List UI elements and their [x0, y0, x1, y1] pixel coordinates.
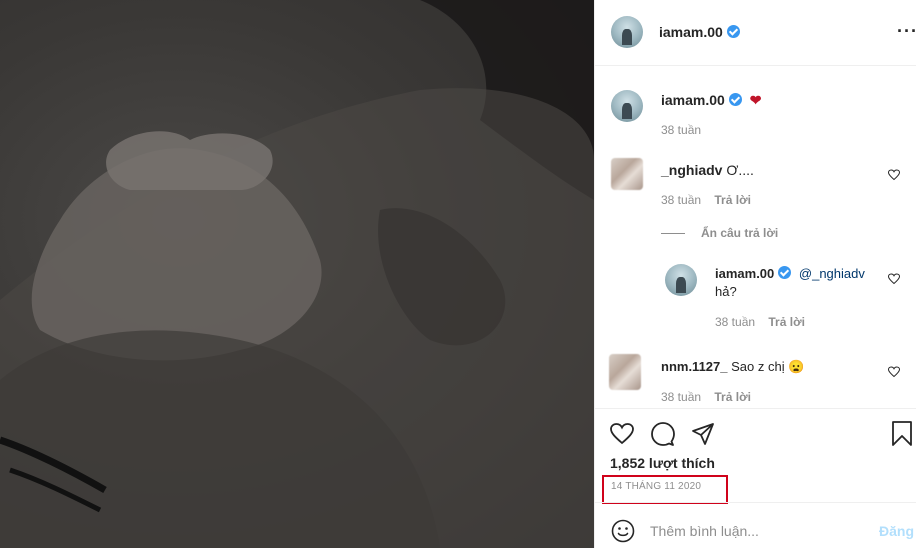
like-comment-heart-icon[interactable]: [888, 169, 900, 181]
date-highlight-box: [602, 475, 728, 504]
reply-row: iamam.00 @_nghiadv: [715, 266, 865, 281]
post-sidebar: iamam.00 ··· iamam.00 ❤ 38 tuần _nghiadv…: [594, 0, 916, 548]
like-comment-heart-icon[interactable]: [888, 366, 900, 378]
hide-replies-toggle[interactable]: Ẩn câu trả lời: [661, 226, 778, 240]
emoji-smiley-icon[interactable]: [611, 519, 635, 543]
like-reply-heart-icon[interactable]: [888, 273, 900, 285]
verified-badge-icon: [726, 25, 740, 38]
reply-button[interactable]: Trả lời: [768, 315, 805, 329]
comment-avatar[interactable]: [609, 354, 641, 390]
comment-bubble-icon[interactable]: [651, 422, 675, 446]
hide-replies-label[interactable]: Ẩn câu trả lời: [701, 226, 778, 240]
author-name[interactable]: iamam.00: [659, 24, 723, 40]
comment-text: Ơ....: [726, 162, 754, 178]
like-count[interactable]: 1,852 lượt thích: [610, 455, 715, 471]
comment-input[interactable]: Thêm bình luận...: [650, 523, 759, 539]
comment-username[interactable]: _nghiadv: [661, 162, 722, 178]
reply-username[interactable]: iamam.00: [715, 266, 774, 281]
reply-button[interactable]: Trả lời: [714, 390, 751, 404]
share-send-icon[interactable]: [691, 422, 715, 446]
post-header: iamam.00 ···: [595, 0, 916, 66]
reply-time: 38 tuần: [715, 315, 756, 329]
add-comment-bar: Thêm bình luận... Đăng: [595, 502, 916, 548]
caption-username[interactable]: iamam.00 ❤: [661, 92, 761, 109]
more-options-icon[interactable]: ···: [897, 22, 916, 40]
caption-author[interactable]: iamam.00: [661, 92, 725, 108]
comment-text: Sao z chị: [731, 359, 785, 374]
post-actions: 1,852 lượt thích 14 THÁNG 11 2020: [595, 408, 916, 504]
comment-row: nnm.1127_ Sao z chị 😦: [661, 359, 804, 375]
comment-meta: 38 tuần Trả lời: [661, 193, 751, 207]
verified-badge-icon: [728, 93, 742, 106]
save-bookmark-icon[interactable]: [891, 421, 913, 447]
caption-avatar[interactable]: [611, 90, 643, 122]
author-avatar[interactable]: [611, 16, 643, 48]
comment-time: 38 tuần: [661, 390, 702, 404]
like-heart-icon[interactable]: [609, 422, 635, 446]
comment-avatar[interactable]: [611, 158, 643, 190]
verified-badge-icon: [778, 266, 792, 279]
comment-emoji: 😦: [788, 359, 805, 374]
reply-meta: 38 tuần Trả lời: [715, 315, 805, 329]
divider-line: [661, 233, 685, 235]
reply-text: hả?: [715, 284, 737, 299]
reply-button[interactable]: Trả lời: [714, 193, 751, 207]
comment-username[interactable]: nnm.1127_: [661, 359, 728, 374]
reply-mention[interactable]: @_nghiadv: [799, 266, 865, 281]
comment-row: _nghiadv Ơ....: [661, 162, 754, 178]
comment-meta: 38 tuần Trả lời: [661, 390, 751, 404]
photo-illustration: [0, 0, 594, 548]
post-photo: [0, 0, 594, 548]
author-username[interactable]: iamam.00: [659, 24, 740, 40]
caption-time: 38 tuần: [661, 123, 702, 137]
reply-avatar[interactable]: [665, 264, 697, 296]
caption-heart-emoji: ❤: [749, 92, 762, 108]
post-comment-button[interactable]: Đăng: [879, 523, 914, 539]
comment-time: 38 tuần: [661, 193, 702, 207]
